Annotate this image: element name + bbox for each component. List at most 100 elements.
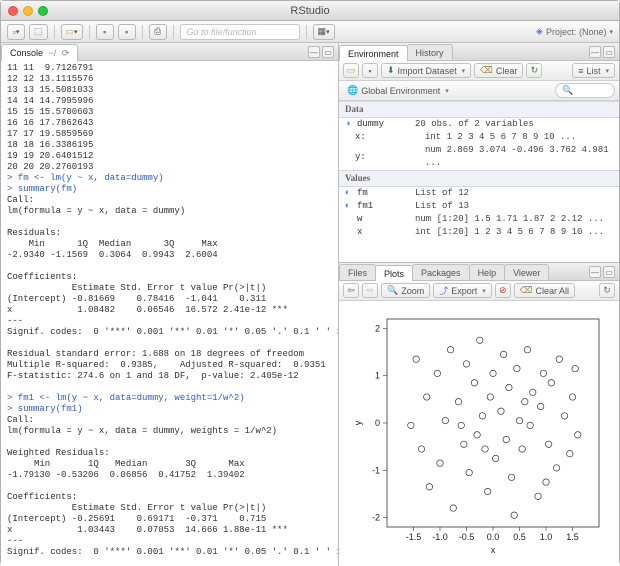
tab-packages[interactable]: Packages <box>412 264 470 280</box>
remove-icon: ⊘ <box>499 285 507 296</box>
next-plot-button[interactable]: ⇨ <box>362 283 378 298</box>
var-value: List of 13 <box>415 200 613 213</box>
clear-workspace-button[interactable]: ⌫Clear <box>474 63 523 78</box>
var-value: num 2.869 3.074 -0.496 3.762 4.981 ... <box>425 144 613 170</box>
project-label: Project: (None) <box>546 27 607 37</box>
console-command: > summary(fm) <box>7 184 77 194</box>
separator <box>306 25 307 39</box>
refresh-plot-button[interactable]: ↻ <box>599 283 615 298</box>
print-button[interactable]: ⎙ <box>149 24 167 40</box>
maximize-pane-icon[interactable]: ▭ <box>603 46 615 58</box>
goto-placeholder: Go to file/function <box>187 27 257 37</box>
expand-icon[interactable]: ◐ <box>345 200 354 213</box>
svg-text:2: 2 <box>375 323 380 333</box>
svg-text:y: y <box>353 420 363 425</box>
import-icon: ⬇ <box>387 65 395 76</box>
tab-files[interactable]: Files <box>339 264 376 280</box>
remove-plot-button[interactable]: ⊘ <box>495 283 511 298</box>
console-clear-icon[interactable]: ⟳ <box>62 48 70 58</box>
expand-icon[interactable]: ◑ <box>345 118 354 131</box>
view-mode-button[interactable]: ≡List <box>572 63 615 78</box>
zoom-plot-button[interactable]: 🔍Zoom <box>381 283 430 298</box>
search-icon: 🔍 <box>562 85 573 96</box>
svg-text:-1.5: -1.5 <box>406 532 422 542</box>
export-icon: ⤴ <box>439 284 448 297</box>
import-dataset-label: Import Dataset <box>398 66 457 76</box>
project-menu[interactable]: ◈Project: (None)▾ <box>536 26 613 37</box>
plots-pane-header: Files Plots Packages Help Viewer — ▭ <box>339 263 619 281</box>
refresh-button[interactable]: ↻ <box>526 63 542 78</box>
project-cube-icon: ◈ <box>536 26 543 37</box>
tab-help[interactable]: Help <box>469 264 506 280</box>
expand-icon[interactable]: ◐ <box>345 187 354 200</box>
var-name: fm <box>357 187 368 200</box>
broom-icon: ⌫ <box>520 285 533 296</box>
environment-scope-select[interactable]: 🌐Global Environment <box>343 85 453 96</box>
grid-icon: ▦ <box>318 26 327 37</box>
env-row-x[interactable]: x int [1:20] 1 2 3 4 5 6 7 8 9 10 ... <box>339 226 619 239</box>
console-command: > fm <- lm(y ~ x, data=dummy) <box>7 173 164 183</box>
maximize-pane-icon[interactable]: ▭ <box>603 266 615 278</box>
window-titlebar: RStudio <box>1 1 619 21</box>
separator <box>173 25 174 39</box>
tab-history[interactable]: History <box>407 44 453 60</box>
refresh-icon: ↻ <box>531 65 539 76</box>
svg-text:x: x <box>491 545 496 555</box>
tab-plots[interactable]: Plots <box>375 265 413 281</box>
print-icon: ⎙ <box>154 26 161 37</box>
env-row-fm[interactable]: ◐fm List of 12 <box>339 187 619 200</box>
var-name: y: <box>355 151 366 164</box>
addins-button[interactable]: ▦▾ <box>313 24 335 40</box>
tab-environment[interactable]: Environment <box>339 45 408 61</box>
load-workspace-button[interactable]: ▭ <box>343 63 359 78</box>
save-all-icon: ▪ <box>125 27 128 37</box>
prev-plot-button[interactable]: ⇦ <box>343 283 359 298</box>
open-file-button[interactable]: ▭▾ <box>61 24 83 40</box>
new-file-button[interactable]: ▫▾ <box>7 24 25 40</box>
environment-toolbar: ▭ ▪ ⬇Import Dataset ⌫Clear ↻ ≡List <box>339 61 619 81</box>
tab-console[interactable]: Console ~/ ⟳ <box>1 44 78 61</box>
env-section-values: Values <box>339 170 619 187</box>
folder-open-icon: ▭ <box>66 26 75 37</box>
console-output[interactable]: 11 11 9.7126791 12 12 13.1115576 13 13 1… <box>1 61 338 566</box>
svg-text:0.0: 0.0 <box>487 532 500 542</box>
minimize-pane-icon[interactable]: — <box>589 266 601 278</box>
tab-console-label: Console <box>10 48 43 58</box>
svg-text:1: 1 <box>375 370 380 380</box>
svg-text:-1.0: -1.0 <box>432 532 448 542</box>
console-text: Call: lm(formula = y ~ x, data = dummy) … <box>7 195 338 381</box>
arrow-right-icon: ⇨ <box>366 285 374 296</box>
zoom-icon: 🔍 <box>387 285 398 296</box>
maximize-pane-icon[interactable]: ▭ <box>322 46 334 58</box>
console-command: > summary(fm1) <box>7 404 83 414</box>
clearall-label: Clear All <box>536 286 570 296</box>
clear-all-plots-button[interactable]: ⌫Clear All <box>514 283 575 298</box>
save-workspace-button[interactable]: ▪ <box>362 63 378 78</box>
save-all-button[interactable]: ▪ <box>118 24 136 40</box>
var-name: x <box>357 226 362 239</box>
tab-viewer[interactable]: Viewer <box>504 264 549 280</box>
environment-search-input[interactable]: 🔍 <box>555 83 615 98</box>
env-row-dummy[interactable]: ◑dummy 20 obs. of 2 variables <box>339 118 619 131</box>
minimize-pane-icon[interactable]: — <box>308 46 320 58</box>
minimize-pane-icon[interactable]: — <box>589 46 601 58</box>
list-icon: ≡ <box>578 66 583 76</box>
import-dataset-button[interactable]: ⬇Import Dataset <box>381 63 471 78</box>
app-title: RStudio <box>1 5 619 17</box>
env-row-fm1[interactable]: ◐fm1 List of 13 <box>339 200 619 213</box>
environment-listing: Data ◑dummy 20 obs. of 2 variables x: in… <box>339 101 619 262</box>
svg-text:0: 0 <box>375 418 380 428</box>
scope-label: Global Environment <box>361 86 440 96</box>
export-plot-button[interactable]: ⤴Export <box>433 283 492 298</box>
plus-cube-icon: ⬚ <box>34 26 43 37</box>
globe-icon: 🌐 <box>347 85 358 96</box>
save-icon: ▪ <box>368 66 371 76</box>
save-button[interactable]: ▪ <box>96 24 114 40</box>
goto-file-function-input[interactable]: Go to file/function <box>180 24 300 40</box>
var-name: x: <box>355 131 366 144</box>
var-name: fm1 <box>357 200 373 213</box>
refresh-icon: ↻ <box>603 285 611 296</box>
scatter-plot: -1.5-1.0-0.50.00.51.01.5-2-1012xy <box>349 309 609 559</box>
new-project-button[interactable]: ⬚ <box>29 24 48 40</box>
env-row-w[interactable]: w num [1:20] 1.5 1.71 1.87 2 2.12 ... <box>339 213 619 226</box>
